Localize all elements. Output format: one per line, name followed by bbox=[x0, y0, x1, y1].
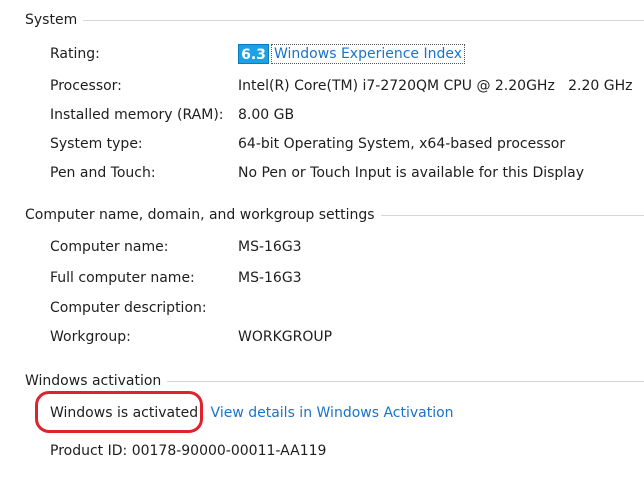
system-section-header: System bbox=[25, 10, 644, 30]
pen-touch-row: Pen and Touch: No Pen or Touch Input is … bbox=[50, 163, 644, 183]
processor-row: Processor: Intel(R) Core(TM) i7-2720QM C… bbox=[50, 76, 644, 96]
system-section-title: System bbox=[25, 12, 78, 28]
view-activation-details-link[interactable]: View details in Windows Activation bbox=[211, 405, 454, 421]
computer-name-value: MS-16G3 bbox=[238, 239, 302, 255]
computer-name-label: Computer name: bbox=[50, 239, 169, 255]
system-type-value: 64-bit Operating System, x64-based proce… bbox=[238, 136, 566, 152]
workgroup-value: WORKGROUP bbox=[238, 329, 333, 345]
rating-score-badge[interactable]: 6.3 bbox=[238, 44, 269, 64]
highlight-circle bbox=[35, 391, 203, 433]
computer-section-header: Computer name, domain, and workgroup set… bbox=[25, 205, 644, 225]
workgroup-row: Workgroup: WORKGROUP bbox=[50, 327, 644, 347]
section-divider bbox=[380, 214, 644, 216]
product-id-row: Product ID: 00178-90000-00011-AA119 bbox=[50, 441, 326, 461]
computer-description-label: Computer description: bbox=[50, 300, 207, 316]
computer-section-title: Computer name, domain, and workgroup set… bbox=[25, 207, 375, 223]
memory-value: 8.00 GB bbox=[238, 107, 295, 123]
full-computer-name-label: Full computer name: bbox=[50, 270, 195, 286]
memory-label: Installed memory (RAM): bbox=[50, 107, 224, 123]
rating-value: 6.3 Windows Experience Index bbox=[238, 44, 466, 64]
rating-label: Rating: bbox=[50, 46, 100, 62]
section-divider bbox=[83, 19, 644, 21]
full-computer-name-row: Full computer name: MS-16G3 bbox=[50, 268, 644, 288]
pen-touch-label: Pen and Touch: bbox=[50, 165, 156, 181]
section-divider bbox=[167, 380, 644, 382]
rating-row: Rating: 6.3 Windows Experience Index bbox=[50, 44, 644, 64]
memory-row: Installed memory (RAM): 8.00 GB bbox=[50, 105, 644, 125]
computer-description-row: Computer description: bbox=[50, 298, 644, 318]
full-computer-name-value: MS-16G3 bbox=[238, 270, 302, 286]
activation-section-header: Windows activation bbox=[25, 371, 644, 391]
activation-section-title: Windows activation bbox=[25, 373, 162, 389]
computer-name-row: Computer name: MS-16G3 bbox=[50, 237, 644, 257]
processor-label: Processor: bbox=[50, 78, 122, 94]
system-type-row: System type: 64-bit Operating System, x6… bbox=[50, 134, 644, 154]
workgroup-label: Workgroup: bbox=[50, 329, 131, 345]
system-type-label: System type: bbox=[50, 136, 143, 152]
windows-experience-index-link[interactable]: Windows Experience Index bbox=[271, 44, 466, 64]
processor-value: Intel(R) Core(TM) i7-2720QM CPU @ 2.20GH… bbox=[238, 78, 633, 94]
activation-status-row: Windows is activated View details in Win… bbox=[35, 391, 454, 433]
pen-touch-value: No Pen or Touch Input is available for t… bbox=[238, 165, 585, 181]
product-id-label: Product ID: bbox=[50, 443, 128, 459]
product-id-value: 00178-90000-00011-AA119 bbox=[131, 443, 327, 459]
activation-status: Windows is activated bbox=[35, 391, 203, 433]
